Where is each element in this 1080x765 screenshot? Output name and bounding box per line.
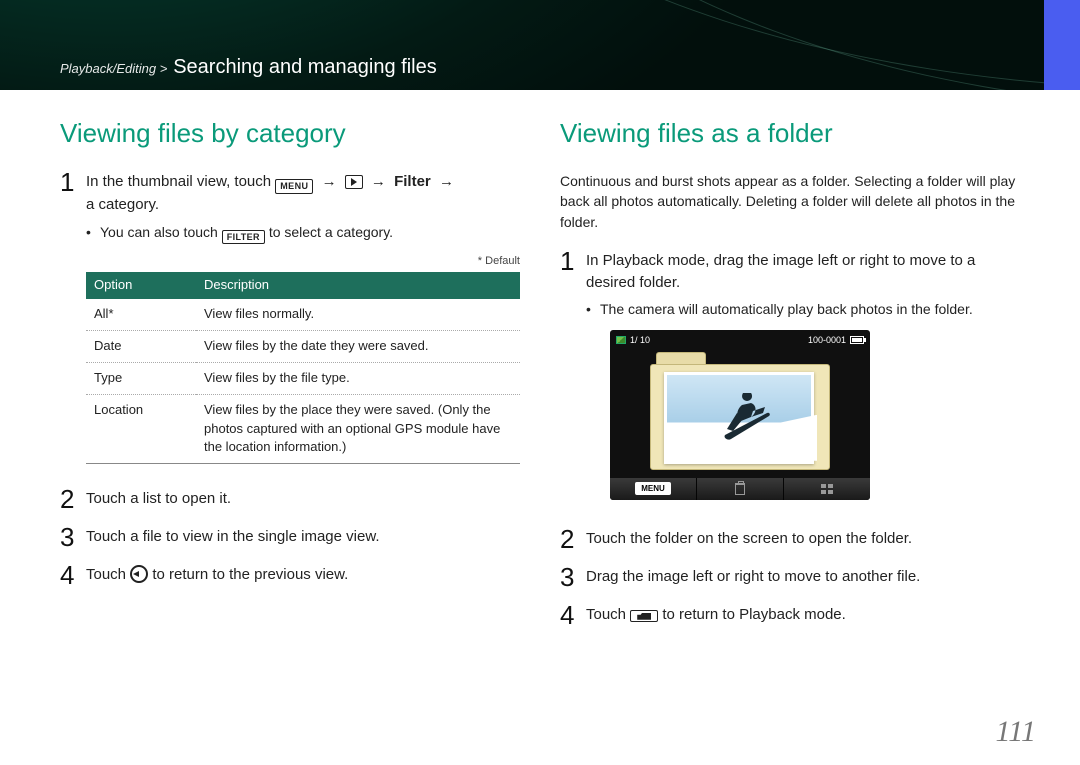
step1-text-a: In the thumbnail view, touch	[86, 173, 275, 190]
section-heading-left: Viewing files by category	[60, 118, 520, 149]
step-text: Touch a list to open it.	[86, 488, 520, 510]
step-2-left: 2 Touch a list to open it.	[60, 488, 520, 512]
sub-bullet: • The camera will automatically play bac…	[586, 299, 1020, 319]
default-footnote: * Default	[86, 254, 520, 270]
step-4-right: 4 Touch to return to Playback mode.	[560, 604, 1020, 628]
content-columns: Viewing files by category 1 In the thumb…	[60, 118, 1020, 642]
section-heading-right: Viewing files as a folder	[560, 118, 1020, 149]
trash-icon	[735, 483, 745, 495]
table-row: All* View files normally.	[86, 299, 520, 330]
filter-badge-icon: FILTER	[222, 230, 265, 245]
step-3-right: 3 Drag the image left or right to move t…	[560, 566, 1020, 590]
arrow-icon: →	[322, 173, 337, 190]
table-header-option: Option	[86, 272, 196, 299]
step-3-left: 3 Touch a file to view in the single ima…	[60, 526, 520, 550]
play-icon	[345, 175, 363, 189]
page-number: 111	[995, 715, 1036, 749]
step-1-left: 1 In the thumbnail view, touch MENU → → …	[60, 171, 520, 464]
step-text: In Playback mode, drag the image left or…	[586, 252, 975, 291]
opt-cell: Type	[86, 362, 196, 394]
step-text: Touch the folder on the screen to open t…	[586, 528, 1020, 550]
step4-text-a: Touch	[586, 606, 630, 623]
step-number: 4	[560, 602, 586, 628]
desc-cell: View files normally.	[196, 299, 520, 330]
back-icon	[130, 565, 148, 583]
step4-text-b: to return to the previous view.	[152, 566, 348, 583]
step-number: 3	[60, 524, 86, 550]
screen-bottombar: MENU	[610, 478, 870, 500]
desc-cell: View files by the file type.	[196, 362, 520, 394]
step-number: 2	[60, 486, 86, 512]
breadcrumb-title: Searching and managing files	[173, 56, 437, 78]
options-table: Option Description All* View files norma…	[86, 272, 520, 464]
filter-word: Filter	[394, 173, 431, 190]
step-4-left: 4 Touch to return to the previous view.	[60, 564, 520, 588]
table-header-description: Description	[196, 272, 520, 299]
step-number: 1	[560, 248, 586, 274]
screen-topbar: 1/ 10 100-0001	[616, 334, 864, 347]
menu-label: MENU	[635, 482, 671, 496]
photo-thumbnail	[664, 372, 814, 464]
step-1-right: 1 In Playback mode, drag the image left …	[560, 250, 1020, 514]
desc-cell: View files by the place they were saved.…	[196, 394, 520, 464]
bullet-text-b: to select a category.	[269, 224, 393, 240]
arrow-icon: →	[371, 173, 386, 190]
right-column: Viewing files as a folder Continuous and…	[560, 118, 1020, 642]
folder-image	[650, 352, 830, 470]
opt-cell: All*	[86, 299, 196, 330]
step-text: Drag the image left or right to move to …	[586, 566, 1020, 588]
bullet-text: The camera will automatically play back …	[600, 299, 973, 319]
screen-delete-button[interactable]	[697, 478, 784, 500]
bullet-text-a: You can also touch	[100, 224, 222, 240]
step-number: 1	[60, 169, 86, 195]
menu-badge-icon: MENU	[275, 179, 313, 194]
table-row: Type View files by the file type.	[86, 362, 520, 394]
desc-cell: View files by the date they were saved.	[196, 330, 520, 362]
grid-icon	[821, 484, 833, 494]
opt-cell: Date	[86, 330, 196, 362]
step-number: 3	[560, 564, 586, 590]
opt-cell: Location	[86, 394, 196, 464]
picture-icon	[616, 336, 626, 344]
step1-text-b: a category.	[86, 196, 159, 213]
step-2-right: 2 Touch the folder on the screen to open…	[560, 528, 1020, 552]
sub-bullet: • You can also touch FILTER to select a …	[86, 222, 520, 245]
snowboarder-silhouette	[717, 393, 777, 443]
table-row: Date View files by the date they were sa…	[86, 330, 520, 362]
step-text: Touch a file to view in the single image…	[86, 526, 520, 548]
screen-menu-button[interactable]: MENU	[610, 478, 697, 500]
arrow-icon: →	[439, 173, 454, 190]
step4-text-a: Touch	[86, 566, 130, 583]
screen-counter: 1/ 10	[630, 335, 650, 345]
breadcrumb-section: Playback/Editing >	[60, 61, 167, 76]
step-number: 2	[560, 526, 586, 552]
left-column: Viewing files by category 1 In the thumb…	[60, 118, 520, 642]
battery-icon	[850, 336, 864, 344]
section-tab	[1044, 0, 1080, 90]
screen-fileno: 100-0001	[808, 335, 846, 345]
step4-text-b: to return to Playback mode.	[662, 606, 845, 623]
folder-button-icon	[630, 610, 658, 622]
screen-thumb-button[interactable]	[784, 478, 870, 500]
breadcrumb: Playback/Editing > Searching and managin…	[60, 56, 437, 79]
camera-screen-mockup: 1/ 10 100-0001	[610, 330, 870, 500]
intro-paragraph: Continuous and burst shots appear as a f…	[560, 171, 1020, 232]
table-row: Location View files by the place they we…	[86, 394, 520, 464]
step-number: 4	[60, 562, 86, 588]
